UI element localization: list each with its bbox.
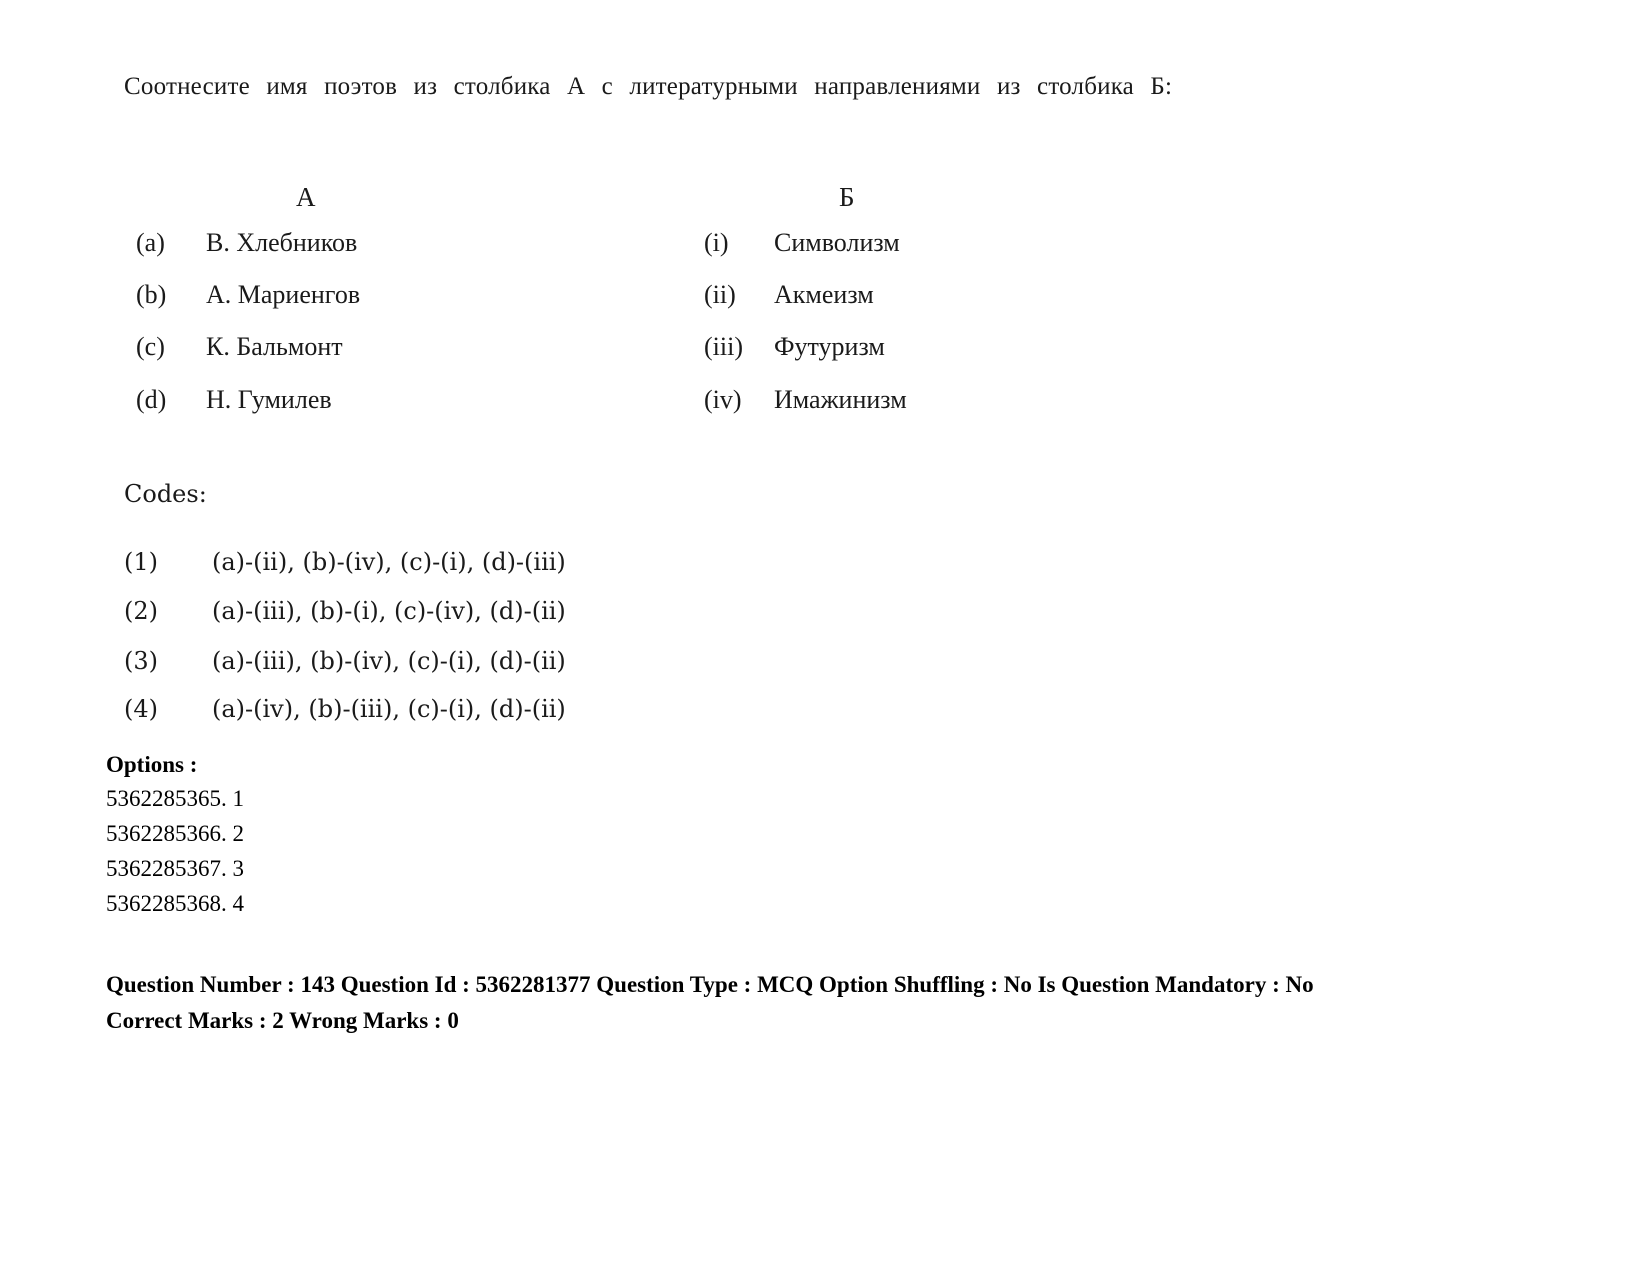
code-value: (a)-(iii), (b)-(i), (c)-(iv), (d)-(ii) xyxy=(212,597,566,625)
code-value: (a)-(iii), (b)-(iv), (c)-(i), (d)-(ii) xyxy=(212,647,566,675)
code-number: (4) xyxy=(124,695,158,723)
item-label: (iii) xyxy=(704,332,743,361)
item-text: Акмеизм xyxy=(774,280,874,309)
item-text: Имажинизм xyxy=(774,385,907,414)
item-text: Футуризм xyxy=(774,332,885,361)
option-item: 5362285368. 4 xyxy=(106,891,244,916)
question-meta-line2: Correct Marks : 2 Wrong Marks : 0 xyxy=(106,1008,459,1033)
code-number: (1) xyxy=(124,548,158,576)
item-label: (b) xyxy=(136,280,167,309)
codes-label: Codes: xyxy=(124,480,207,508)
item-label: (a) xyxy=(136,228,165,257)
code-number: (3) xyxy=(124,647,158,675)
question-prompt: Соотнесите имя поэтов из столбика А с ли… xyxy=(124,73,1173,100)
item-label: (d) xyxy=(136,385,167,414)
code-number: (2) xyxy=(124,597,158,625)
item-text: А. Мариенгов xyxy=(206,280,361,309)
item-label: (ii) xyxy=(704,280,736,309)
item-text: К. Бальмонт xyxy=(206,332,343,361)
code-value: (a)-(iv), (b)-(iii), (c)-(i), (d)-(ii) xyxy=(212,695,566,723)
item-text: Н. Гумилев xyxy=(206,385,332,414)
code-value: (a)-(ii), (b)-(iv), (c)-(i), (d)-(iii) xyxy=(212,548,566,576)
item-label: (i) xyxy=(704,228,729,257)
option-item: 5362285365. 1 xyxy=(106,786,244,811)
item-text: Символизм xyxy=(774,228,900,257)
options-label: Options : xyxy=(106,752,198,777)
item-text: В. Хлебников xyxy=(206,228,358,257)
column-a-header: А xyxy=(296,182,316,212)
item-label: (c) xyxy=(136,332,165,361)
option-item: 5362285366. 2 xyxy=(106,821,244,846)
option-item: 5362285367. 3 xyxy=(106,856,244,881)
column-b-header: Б xyxy=(839,182,855,212)
question-meta-line1: Question Number : 143 Question Id : 5362… xyxy=(106,972,1314,997)
item-label: (iv) xyxy=(704,385,742,414)
